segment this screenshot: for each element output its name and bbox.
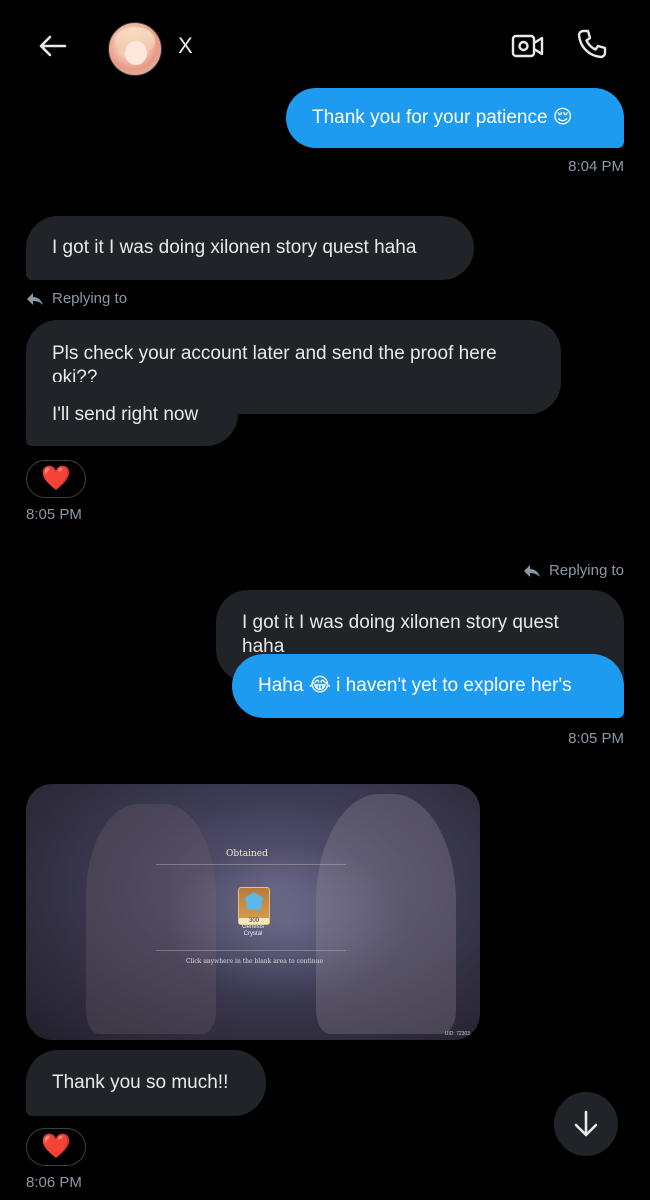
- replying-to-label: Replying to: [26, 290, 127, 307]
- message-text: Thank you so much!!: [52, 1072, 229, 1093]
- back-button[interactable]: [30, 24, 74, 68]
- arrow-down-icon: [574, 1110, 598, 1137]
- message-timestamp: 8:05 PM: [26, 506, 82, 523]
- arrow-left-icon: [39, 35, 67, 57]
- message-timestamp: 8:04 PM: [568, 158, 624, 175]
- message-text: I'll send right now: [52, 404, 199, 425]
- image-attachment[interactable]: Obtained 300 Genesis Crystal Click anywh…: [26, 784, 480, 1040]
- replying-to-label: Replying to: [523, 562, 624, 579]
- message-bubble-received[interactable]: I got it I was doing xilonen story quest…: [26, 216, 474, 280]
- avatar[interactable]: [108, 22, 162, 76]
- phone-icon: [577, 29, 607, 59]
- voice-call-button[interactable]: [570, 22, 614, 66]
- message-bubble-sent[interactable]: Haha 😂 i haven't yet to explore her's: [232, 654, 624, 718]
- obtained-label: Obtained: [226, 849, 268, 859]
- message-text: I got it I was doing xilonen story quest…: [52, 237, 417, 258]
- message-text: Thank you for your patience 😌: [312, 107, 573, 128]
- scroll-to-bottom-button[interactable]: [554, 1092, 618, 1156]
- heart-icon: ❤️: [41, 465, 71, 492]
- message-bubble-received[interactable]: Thank you so much!!: [26, 1050, 266, 1116]
- message-timestamp: 8:06 PM: [26, 1174, 82, 1191]
- uid-label: UID: 72303: [444, 1031, 470, 1037]
- genesis-crystal-item: 300: [238, 887, 270, 925]
- quoted-text: I got it I was doing xilonen story quest…: [242, 612, 559, 657]
- message-text: Haha 😂 i haven't yet to explore her's: [258, 675, 572, 696]
- video-call-button[interactable]: [506, 24, 550, 68]
- reply-arrow-icon: [523, 564, 540, 577]
- reaction-badge[interactable]: ❤️: [26, 1128, 86, 1166]
- reaction-badge[interactable]: ❤️: [26, 460, 86, 498]
- message-bubble-received[interactable]: I'll send right now: [26, 382, 238, 448]
- contact-name[interactable]: X: [178, 33, 193, 59]
- continue-hint: Click anywhere in the blank area to cont…: [186, 958, 324, 965]
- video-camera-icon: [511, 34, 544, 58]
- reply-arrow-icon: [27, 292, 43, 305]
- message-timestamp: 8:05 PM: [568, 730, 624, 747]
- heart-icon: ❤️: [41, 1133, 71, 1160]
- item-name: Genesis Crystal: [241, 924, 264, 937]
- message-bubble-sent[interactable]: Thank you for your patience 😌: [286, 88, 624, 148]
